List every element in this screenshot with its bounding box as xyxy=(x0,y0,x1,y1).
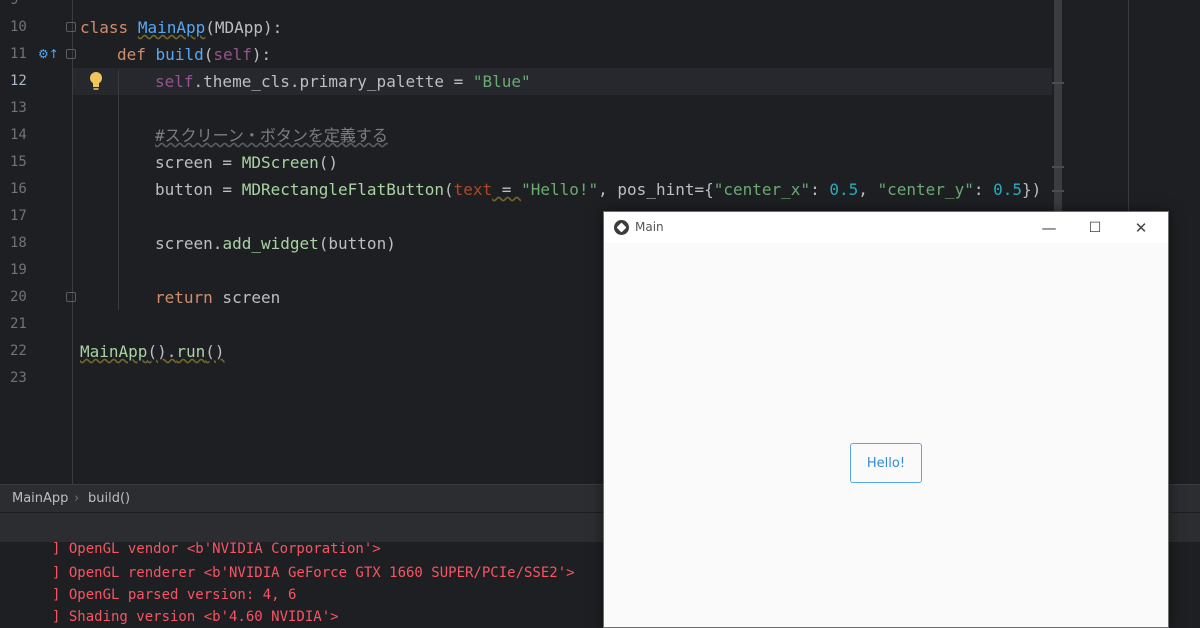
number-literal: 0.5 xyxy=(993,180,1022,199)
hello-button[interactable]: Hello! xyxy=(850,443,922,483)
minimize-button[interactable]: — xyxy=(1026,215,1072,241)
method-call: run xyxy=(176,342,206,361)
string-literal: "Blue" xyxy=(472,72,531,91)
string-literal: "center_y" xyxy=(877,180,974,199)
code-line-14[interactable]: #スクリーン・ボタンを定義する xyxy=(155,122,388,149)
class-call: MainApp xyxy=(80,342,148,361)
code-text: ( xyxy=(444,180,454,199)
code-text: : xyxy=(973,180,994,199)
line-number: 20 xyxy=(10,289,27,305)
class-call: MDRectangleFlatButton xyxy=(241,180,444,199)
code-line-20[interactable]: return screen xyxy=(155,284,280,311)
console-line: ] Shading version <b'4.60 NVIDIA'> xyxy=(52,609,339,625)
lightbulb-icon[interactable] xyxy=(89,71,103,91)
fold-marker-icon[interactable] xyxy=(66,49,76,59)
line-number: 16 xyxy=(10,181,27,197)
class-name: MainApp xyxy=(137,18,206,37)
string-literal: "Hello!" xyxy=(521,180,599,199)
app-window[interactable]: Main — ☐ ✕ Hello! xyxy=(603,211,1169,628)
line-number: 9 xyxy=(10,0,19,8)
code-text: }) xyxy=(1022,180,1042,199)
line-number: 19 xyxy=(10,262,27,278)
code-text: ): xyxy=(251,45,272,64)
code-text: () xyxy=(205,342,225,361)
line-number: 18 xyxy=(10,235,27,251)
console-line: ] OpenGL renderer <b'NVIDIA GeForce GTX … xyxy=(52,565,575,581)
self-keyword: self xyxy=(213,45,252,64)
override-method-icon[interactable]: ⚙↑ xyxy=(38,47,59,61)
keyword: class xyxy=(80,18,129,37)
keyword: return xyxy=(155,288,213,307)
number-literal: 0.5 xyxy=(829,180,859,199)
line-number: 15 xyxy=(10,154,27,170)
kivy-logo-icon xyxy=(614,220,629,235)
code-text: (). xyxy=(147,342,177,361)
code-text: screen = xyxy=(155,153,242,172)
gutter-divider xyxy=(72,0,73,484)
code-text: : xyxy=(810,180,830,199)
scroll-marker xyxy=(1052,190,1064,192)
code-text: = xyxy=(492,180,522,199)
console-line: ] OpenGL vendor <b'NVIDIA Corporation'> xyxy=(52,541,381,557)
line-number: 17 xyxy=(10,208,27,224)
code-line-18[interactable]: screen.add_widget(button) xyxy=(155,230,396,257)
code-text: , pos_hint={ xyxy=(598,180,714,199)
breadcrumb-method[interactable]: build() xyxy=(88,491,130,506)
code-text: , xyxy=(858,180,878,199)
fold-marker-icon[interactable] xyxy=(66,292,76,302)
scroll-marker xyxy=(1052,82,1064,84)
code-line-22[interactable]: MainApp().run() xyxy=(80,338,225,365)
code-line-12[interactable]: self.theme_cls.primary_palette = "Blue" xyxy=(155,68,531,95)
line-number: 23 xyxy=(10,370,27,386)
console-line: ] OpenGL parsed version: 4, 6 xyxy=(52,587,297,603)
code-line-11[interactable]: def build(self): xyxy=(117,41,271,68)
scroll-marker xyxy=(1052,166,1064,168)
window-title: Main xyxy=(635,220,664,234)
class-call: MDScreen xyxy=(241,153,319,172)
code-text: button = xyxy=(155,180,242,199)
line-number: 10 xyxy=(10,19,27,35)
line-number: 22 xyxy=(10,343,27,359)
code-text: screen. xyxy=(155,234,223,253)
code-text: (MDApp): xyxy=(205,18,283,37)
code-line-15[interactable]: screen = MDScreen() xyxy=(155,149,338,176)
line-number: 21 xyxy=(10,316,27,332)
window-titlebar[interactable]: Main — ☐ ✕ xyxy=(604,212,1168,243)
code-text: () xyxy=(318,153,339,172)
string-literal: "center_x" xyxy=(713,180,811,199)
chevron-right-icon: › xyxy=(74,491,80,506)
code-text: screen xyxy=(212,288,281,307)
keyword-argument: text xyxy=(453,180,493,199)
indent-guide xyxy=(118,70,119,310)
keyword: def xyxy=(117,45,146,64)
code-comment: #スクリーン・ボタンを定義する xyxy=(155,126,388,145)
line-number: 13 xyxy=(10,100,27,116)
code-text: .theme_cls.primary_palette = xyxy=(193,72,473,91)
code-line-10[interactable]: class MainApp(MDApp): xyxy=(80,14,282,41)
method-call: add_widget xyxy=(222,234,319,253)
line-number: 14 xyxy=(10,127,27,143)
close-button[interactable]: ✕ xyxy=(1118,215,1164,241)
function-name: build xyxy=(155,45,204,64)
code-text: (button) xyxy=(318,234,396,253)
self-keyword: self xyxy=(155,72,194,91)
code-line-16[interactable]: button = MDRectangleFlatButton(text = "H… xyxy=(155,176,1041,203)
line-number: 12 xyxy=(10,73,27,89)
breadcrumb-class[interactable]: MainApp xyxy=(12,491,68,506)
code-text: ( xyxy=(203,45,214,64)
fold-marker-icon[interactable] xyxy=(66,22,76,32)
maximize-button[interactable]: ☐ xyxy=(1072,215,1118,241)
